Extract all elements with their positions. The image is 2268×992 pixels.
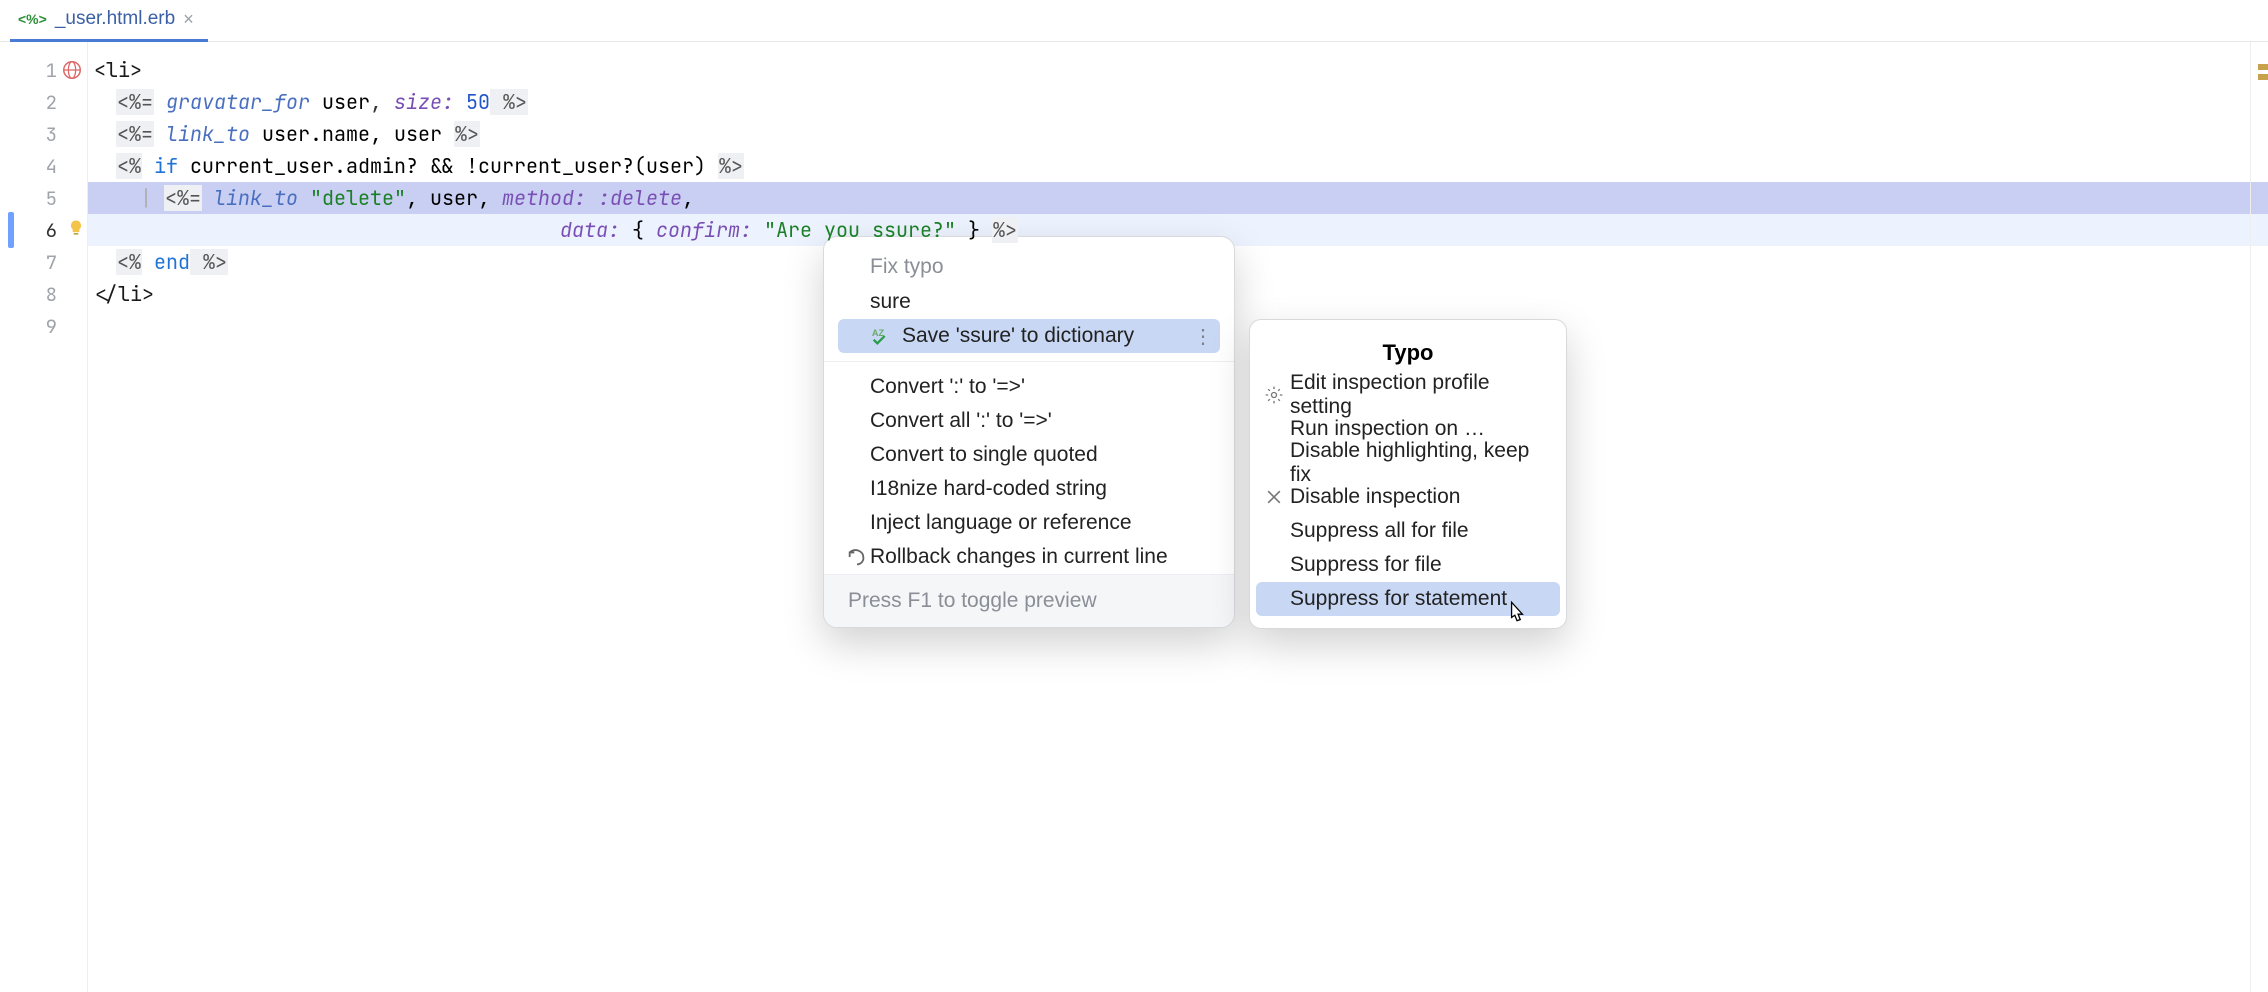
line-number: 2 xyxy=(0,86,87,118)
typo-item-suppress-all[interactable]: Suppress all for file xyxy=(1256,514,1560,548)
code-text: data: xyxy=(560,217,620,243)
typo-item-edit-profile[interactable]: Edit inspection profile setting xyxy=(1256,378,1560,412)
code-text: </li> xyxy=(94,281,154,307)
typo-item-disable-inspection[interactable]: Disable inspection xyxy=(1256,480,1560,514)
code-text: { xyxy=(620,217,656,243)
close-icon[interactable]: × xyxy=(183,9,194,30)
indent-guide: | xyxy=(140,185,164,211)
gutter: 1 2 3 4 5 6 7 8 9 xyxy=(0,42,88,992)
file-tab-label: _user.html.erb xyxy=(55,8,175,30)
code-text: method: xyxy=(490,185,586,211)
intention-item-save-dictionary[interactable]: AZ Save 'ssure' to dictionary ⋮ xyxy=(838,319,1220,353)
intention-item-inject[interactable]: Inject language or reference xyxy=(824,506,1234,540)
code-text: end xyxy=(142,249,190,275)
code-text: %> xyxy=(992,217,1018,243)
dictionary-icon: AZ xyxy=(870,325,892,347)
code-text: "Are you ssure?" xyxy=(752,217,956,243)
code-text: user.name, user xyxy=(250,121,454,147)
code-text: %> xyxy=(190,249,228,275)
code-text: , xyxy=(370,89,382,115)
code-text: 50 xyxy=(454,89,490,115)
erb-file-icon: <%> xyxy=(18,11,47,27)
separator xyxy=(824,361,1234,362)
line-number: 4 xyxy=(0,150,87,182)
line-number: 1 xyxy=(0,54,87,86)
intention-item-convert-colon[interactable]: Convert ':' to '=>' xyxy=(824,370,1234,404)
line-number: 8 xyxy=(0,278,87,310)
line-number: 3 xyxy=(0,118,87,150)
code-text: , xyxy=(406,185,418,211)
typo-submenu-popup: Typo Edit inspection profile setting Run… xyxy=(1249,319,1567,629)
close-icon xyxy=(1264,487,1284,507)
intention-item-rollback[interactable]: Rollback changes in current line xyxy=(824,540,1234,574)
undo-icon xyxy=(846,546,868,568)
code-text: , xyxy=(478,185,490,211)
line-number: 7 xyxy=(0,246,87,278)
file-tab[interactable]: <%> _user.html.erb × xyxy=(10,0,208,42)
code-text: %> xyxy=(454,121,480,147)
code-text: , xyxy=(682,185,694,211)
intention-item-convert-all-colon[interactable]: Convert all ':' to '=>' xyxy=(824,404,1234,438)
editor-tab-bar: <%> _user.html.erb × xyxy=(0,0,2268,42)
gear-icon xyxy=(1264,385,1284,405)
code-text: user xyxy=(418,185,478,211)
more-actions-icon[interactable]: ⋮ xyxy=(1193,324,1214,349)
code-text: <% xyxy=(116,153,142,179)
code-text: confirm: xyxy=(656,217,752,243)
code-text: link_to xyxy=(154,121,250,147)
popup-footer-hint: Press F1 to toggle preview xyxy=(824,574,1234,627)
code-text: link_to xyxy=(202,185,298,211)
code-text: size: xyxy=(382,89,454,115)
code-text: :delete xyxy=(586,185,682,211)
code-text: user xyxy=(310,89,370,115)
globe-icon xyxy=(61,59,83,81)
mouse-cursor-icon xyxy=(1504,598,1530,626)
intention-bulb-icon[interactable] xyxy=(66,218,86,238)
code-text: <%= xyxy=(164,185,202,211)
line-number: 9 xyxy=(0,310,87,342)
code-text: if xyxy=(142,153,178,179)
typo-item-suppress-file[interactable]: Suppress for file xyxy=(1256,548,1560,582)
code-text: gravatar_for xyxy=(166,89,310,115)
code-text: "delete" xyxy=(298,185,406,211)
code-text: <li> xyxy=(94,57,142,83)
code-text: %> xyxy=(490,89,528,115)
code-text: <% xyxy=(116,249,142,275)
code-text: <%= xyxy=(116,121,154,147)
code-text: current_user.admin? && !current_user?(us… xyxy=(178,153,718,179)
code-text xyxy=(140,217,560,243)
intention-item-i18nize[interactable]: I18nize hard-coded string xyxy=(824,472,1234,506)
line-number: 5 xyxy=(0,182,87,214)
intention-item-single-quoted[interactable]: Convert to single quoted xyxy=(824,438,1234,472)
typo-item-disable-highlight[interactable]: Disable highlighting, keep fix xyxy=(1256,446,1560,480)
code-text: %> xyxy=(718,153,744,179)
code-text: <%= xyxy=(116,89,154,115)
code-text: } xyxy=(956,217,992,243)
